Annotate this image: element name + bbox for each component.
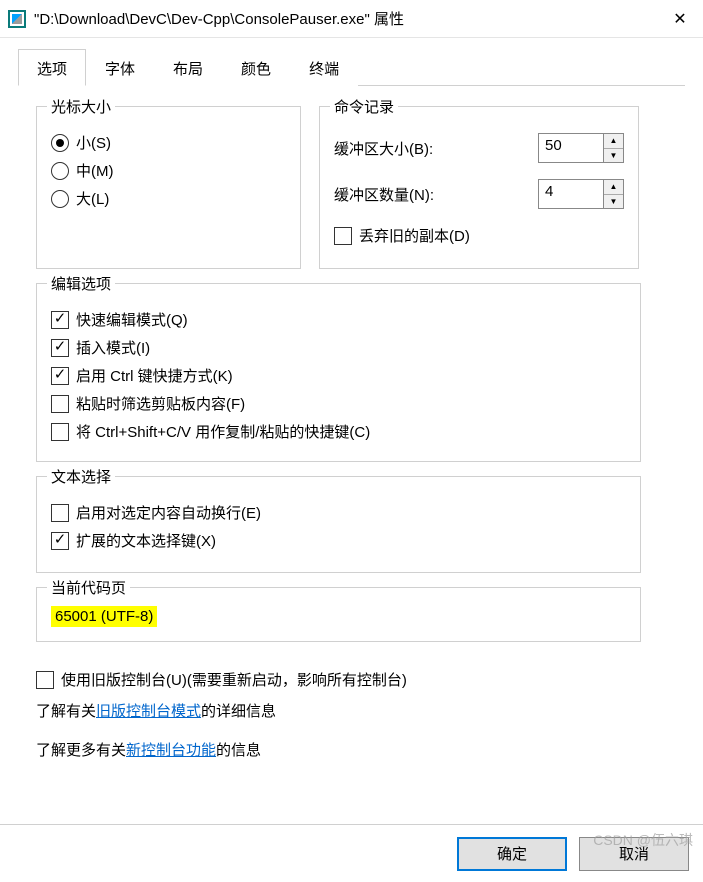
group-command-history: 命令记录 缓冲区大小(B): 50 ▲ ▼ 缓冲区数量(N): 4 <box>319 106 639 269</box>
ok-button[interactable]: 确定 <box>457 837 567 871</box>
ctrl-shift-cv-label: 将 Ctrl+Shift+C/V 用作复制/粘贴的快捷键(C) <box>76 421 370 442</box>
checkbox-filter-clipboard[interactable] <box>51 395 69 413</box>
window-title: "D:\Download\DevC\Dev-Cpp\ConsolePauser.… <box>34 8 657 29</box>
discard-old-label: 丢弃旧的副本(D) <box>359 225 470 246</box>
checkbox-discard-old[interactable] <box>334 227 352 245</box>
checkbox-legacy-console[interactable] <box>36 671 54 689</box>
edit-legend: 编辑选项 <box>47 273 115 294</box>
radio-large[interactable] <box>51 190 69 208</box>
buffer-size-down-icon[interactable]: ▼ <box>604 149 623 163</box>
buffer-count-up-icon[interactable]: ▲ <box>604 180 623 195</box>
buffer-size-up-icon[interactable]: ▲ <box>604 134 623 149</box>
checkbox-extended-selection[interactable] <box>51 532 69 550</box>
checkbox-wrap-selection[interactable] <box>51 504 69 522</box>
tab-font[interactable]: 字体 <box>86 49 154 86</box>
titlebar: "D:\Download\DevC\Dev-Cpp\ConsolePauser.… <box>0 0 703 38</box>
legacy-console-link[interactable]: 旧版控制台模式 <box>96 703 201 720</box>
checkbox-ctrl-shift-cv[interactable] <box>51 423 69 441</box>
buffer-count-label: 缓冲区数量(N): <box>334 184 434 205</box>
filter-clipboard-label: 粘贴时筛选剪贴板内容(F) <box>76 393 245 414</box>
buffer-size-label: 缓冲区大小(B): <box>334 138 433 159</box>
cmd-legend: 命令记录 <box>330 96 398 117</box>
radio-medium-label: 中(M) <box>76 160 114 181</box>
tab-terminal[interactable]: 终端 <box>290 49 358 86</box>
legacy-console-label: 使用旧版控制台(U)(需要重新启动，影响所有控制台) <box>61 669 407 690</box>
learn-legacy-pre: 了解有关 <box>36 703 96 720</box>
group-codepage: 当前代码页 65001 (UTF-8) <box>36 587 641 642</box>
codepage-value: 65001 (UTF-8) <box>51 606 157 627</box>
buffer-size-value[interactable]: 50 <box>539 134 603 162</box>
learn-legacy-post: 的详细信息 <box>201 703 276 720</box>
codepage-legend: 当前代码页 <box>47 577 130 598</box>
tab-layout[interactable]: 布局 <box>154 49 222 86</box>
textsel-legend: 文本选择 <box>47 466 115 487</box>
checkbox-insert-mode[interactable] <box>51 339 69 357</box>
buffer-count-value[interactable]: 4 <box>539 180 603 208</box>
checkbox-quick-edit[interactable] <box>51 311 69 329</box>
radio-large-label: 大(L) <box>76 188 109 209</box>
ctrl-shortcuts-label: 启用 Ctrl 键快捷方式(K) <box>76 365 233 386</box>
buffer-count-spinner[interactable]: 4 ▲ ▼ <box>538 179 624 209</box>
buffer-count-down-icon[interactable]: ▼ <box>604 195 623 209</box>
radio-medium[interactable] <box>51 162 69 180</box>
group-edit-options: 编辑选项 快速编辑模式(Q) 插入模式(I) 启用 Ctrl 键快捷方式(K) … <box>36 283 641 462</box>
cursor-legend: 光标大小 <box>47 96 115 117</box>
extended-selection-label: 扩展的文本选择键(X) <box>76 530 216 551</box>
group-cursor-size: 光标大小 小(S) 中(M) 大(L) <box>36 106 301 269</box>
console-app-icon <box>8 10 26 28</box>
radio-small[interactable] <box>51 134 69 152</box>
learn-new-post: 的信息 <box>216 742 261 759</box>
new-console-link[interactable]: 新控制台功能 <box>126 742 216 759</box>
cancel-button[interactable]: 取消 <box>579 837 689 871</box>
learn-new-pre: 了解更多有关 <box>36 742 126 759</box>
buffer-size-spinner[interactable]: 50 ▲ ▼ <box>538 133 624 163</box>
quick-edit-label: 快速编辑模式(Q) <box>76 309 188 330</box>
tab-color[interactable]: 颜色 <box>222 49 290 86</box>
tab-options[interactable]: 选项 <box>18 49 86 86</box>
close-button[interactable]: ✕ <box>657 0 703 37</box>
tab-bar: 选项 字体 布局 颜色 终端 <box>18 48 685 86</box>
radio-small-label: 小(S) <box>76 132 111 153</box>
checkbox-ctrl-shortcuts[interactable] <box>51 367 69 385</box>
button-bar: 确定 取消 <box>0 824 703 882</box>
insert-mode-label: 插入模式(I) <box>76 337 150 358</box>
group-text-selection: 文本选择 启用对选定内容自动换行(E) 扩展的文本选择键(X) <box>36 476 641 573</box>
wrap-selection-label: 启用对选定内容自动换行(E) <box>76 502 261 523</box>
